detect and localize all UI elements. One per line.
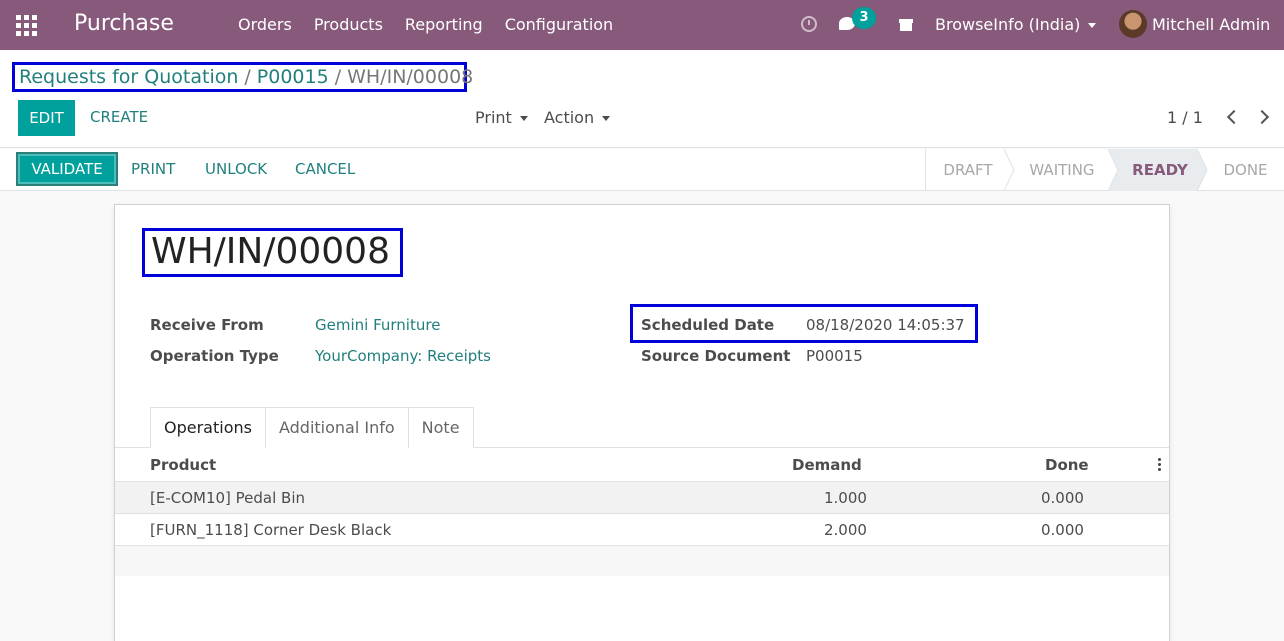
- validate-button[interactable]: VALIDATE: [16, 152, 118, 186]
- top-navbar: Purchase Orders Products Reporting Confi…: [0, 0, 1284, 50]
- pager-value[interactable]: 1 / 1: [1167, 108, 1203, 127]
- breadcrumb-separator: /: [244, 66, 251, 88]
- tab-note[interactable]: Note: [407, 407, 474, 448]
- unlock-button[interactable]: UNLOCK: [205, 160, 267, 178]
- column-product[interactable]: Product: [150, 456, 216, 474]
- chevron-down-icon: [602, 116, 611, 121]
- operation-type-label: Operation Type: [150, 347, 279, 365]
- menu-products[interactable]: Products: [314, 15, 383, 34]
- scheduled-date-value: 08/18/2020 14:05:37: [806, 316, 965, 334]
- column-demand[interactable]: Demand: [792, 456, 862, 474]
- message-count-badge: 3: [852, 7, 876, 29]
- column-done[interactable]: Done: [1045, 456, 1089, 474]
- stage-draft: DRAFT: [943, 161, 993, 179]
- row-done: 0.000: [1041, 521, 1084, 539]
- breadcrumb-current: WH/IN/00008: [347, 66, 474, 88]
- action-dropdown[interactable]: Action: [544, 108, 611, 127]
- chevron-down-icon: [519, 116, 528, 121]
- breadcrumb: Requests for Quotation / P00015/WH/IN/0000…: [12, 62, 473, 92]
- operation-type-value[interactable]: YourCompany: Receipts: [315, 347, 491, 365]
- source-document-value: P00015: [806, 347, 863, 365]
- menu-reporting[interactable]: Reporting: [405, 15, 483, 34]
- menu-configuration[interactable]: Configuration: [505, 15, 614, 34]
- chevron-down-icon: [1088, 23, 1097, 28]
- menu-orders[interactable]: Orders: [238, 15, 292, 34]
- tab-operations[interactable]: Operations: [150, 407, 266, 448]
- print-dropdown-label: Print: [475, 108, 512, 127]
- avatar[interactable]: [1119, 10, 1147, 38]
- main-menu: Orders Products Reporting Configuration: [238, 15, 613, 34]
- company-name: BrowseInfo (India): [935, 15, 1081, 34]
- scheduled-date-label: Scheduled Date: [641, 316, 775, 334]
- apps-menu-icon[interactable]: [16, 15, 38, 36]
- optional-columns-icon[interactable]: [1158, 458, 1162, 472]
- tab-additional-info[interactable]: Additional Info: [264, 407, 409, 448]
- row-done: 0.000: [1041, 489, 1084, 507]
- row-demand: 1.000: [824, 489, 867, 507]
- table-header: [115, 448, 1169, 482]
- stage-waiting: WAITING: [1029, 161, 1095, 179]
- record-title: WH/IN/00008: [142, 228, 403, 277]
- print-dropdown[interactable]: Print: [475, 108, 528, 127]
- row-demand: 2.000: [824, 521, 867, 539]
- action-dropdown-label: Action: [544, 108, 595, 127]
- table-empty-row: [115, 546, 1169, 576]
- stage-pipeline: DRAFT WAITING READY DONE: [925, 149, 1284, 191]
- user-menu[interactable]: Mitchell Admin: [1152, 15, 1270, 34]
- breadcrumb-rfq[interactable]: Requests for Quotation: [19, 66, 238, 88]
- stage-ready: READY: [1132, 161, 1188, 179]
- cancel-button[interactable]: CANCEL: [295, 160, 355, 178]
- create-button[interactable]: CREATE: [90, 108, 148, 126]
- activity-clock-icon[interactable]: [801, 16, 817, 32]
- row-product: [E-COM10] Pedal Bin: [150, 489, 306, 507]
- print-button[interactable]: PRINT: [131, 160, 175, 178]
- edit-button[interactable]: EDIT: [18, 100, 75, 136]
- notebook-tabs: Operations Additional Info Note: [150, 407, 474, 448]
- app-title[interactable]: Purchase: [74, 11, 174, 36]
- stage-done: DONE: [1223, 161, 1268, 179]
- receive-from-value[interactable]: Gemini Furniture: [315, 316, 440, 334]
- receive-from-label: Receive From: [150, 316, 264, 334]
- company-switcher[interactable]: BrowseInfo (India): [935, 15, 1097, 34]
- row-product: [FURN_1118] Corner Desk Black: [150, 521, 392, 539]
- source-document-label: Source Document: [641, 347, 791, 365]
- breadcrumb-po[interactable]: P00015: [257, 66, 329, 88]
- gift-icon[interactable]: [899, 17, 913, 31]
- breadcrumb-separator: /: [334, 66, 342, 88]
